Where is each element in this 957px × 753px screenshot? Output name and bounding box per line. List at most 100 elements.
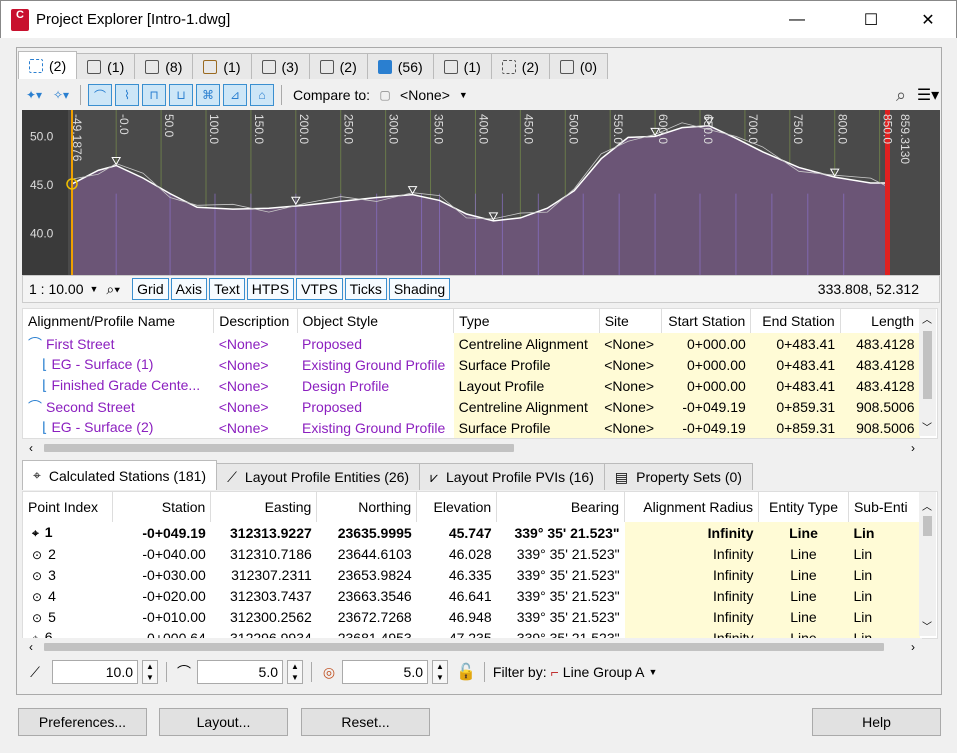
close-button[interactable]: ✕ — [905, 1, 951, 39]
axis-toggle[interactable]: Axis — [170, 278, 208, 300]
filter-dropdown[interactable]: Line Group A — [563, 664, 645, 680]
column-header[interactable]: Site — [599, 309, 662, 333]
column-header[interactable]: Object Style — [297, 309, 455, 333]
chevron-down-icon[interactable]: ▼ — [90, 284, 99, 294]
select-alignment-icon[interactable]: ✦▾ — [22, 84, 46, 106]
table-row[interactable]: ⌒ First Street <None> Proposed Centreline Al… — [23, 333, 920, 354]
tab-featurelines[interactable]: (56) — [366, 53, 434, 79]
table-row[interactable]: ⌊ Finished Grade Cente... <None> Design Pro… — [23, 375, 920, 396]
table-row[interactable]: ⌖ 1 -0+049.19 312313.9227 23635.9995 45.747 33… — [23, 522, 920, 543]
vertical-scrollbar[interactable]: ︿ ﹀ — [919, 492, 936, 636]
new-object-icon[interactable]: ✧▾ — [49, 84, 73, 106]
tab-profile-views[interactable]: (2) — [490, 53, 550, 79]
scroll-down-icon[interactable]: ﹀ — [922, 618, 932, 633]
minimize-button[interactable]: — — [774, 1, 820, 39]
tab-surfaces[interactable]: (2) — [308, 53, 368, 79]
column-header[interactable]: Length — [840, 309, 921, 333]
ticks-toggle[interactable]: Ticks — [344, 278, 387, 300]
chevron-down-icon[interactable]: ▼ — [459, 90, 468, 100]
reset-button[interactable]: Reset... — [301, 708, 430, 736]
profile-view-toggle-4-icon[interactable]: ⊔ — [169, 84, 193, 106]
shading-toggle[interactable]: Shading — [388, 278, 451, 300]
tab-calculated-stations[interactable]: ⌖ Calculated Stations (181) — [22, 460, 218, 490]
column-header[interactable]: Sub-Enti — [848, 492, 921, 522]
grid-toggle[interactable]: Grid — [132, 278, 169, 300]
table-row[interactable]: ⊙ 3 -0+030.00 312307.2311 23653.9824 46.335 33… — [23, 564, 920, 585]
scroll-up-icon[interactable]: ︿ — [922, 498, 932, 513]
vertical-scrollbar[interactable]: ︿ ﹀ — [919, 309, 936, 436]
scroll-down-icon[interactable]: ﹀ — [922, 419, 932, 434]
scroll-left-icon[interactable]: ‹ — [22, 640, 40, 654]
column-header[interactable]: Entity Type — [758, 492, 849, 522]
chevron-down-icon[interactable]: ▼ — [649, 667, 658, 677]
column-header[interactable]: Bearing — [496, 492, 626, 522]
column-header[interactable]: Alignment Radius — [624, 492, 760, 522]
scroll-left-icon[interactable]: ‹ — [22, 441, 40, 455]
spin-up-icon[interactable]: ▲ — [436, 662, 444, 671]
profile-view-toggle-1-icon[interactable]: ⌒ — [88, 84, 112, 106]
vtps-toggle[interactable]: VTPS — [296, 278, 343, 300]
table-row[interactable]: ⌒ Second Street <None> Proposed Centreline A… — [23, 396, 920, 417]
table-row[interactable]: ⌊ EG - Surface (1) <None> Existing Ground P… — [23, 354, 920, 375]
tab-reports[interactable]: (0) — [548, 53, 609, 79]
zoom-search-icon[interactable]: ⌕ — [889, 84, 913, 106]
tab-layout-profile-entities[interactable]: ⟋ Layout Profile Entities (26) — [216, 463, 421, 490]
tab-pipe-networks[interactable]: (1) — [432, 53, 492, 79]
profile-view-toggle-3-icon[interactable]: ⊓ — [142, 84, 166, 106]
spin-up-icon[interactable]: ▲ — [291, 662, 299, 671]
profile-preview-plot[interactable]: 50.0 45.0 40.0 -49.1876 -0.0 50.0 100.0 150.0 20… — [22, 110, 940, 275]
column-header[interactable]: Northing — [316, 492, 418, 522]
profile-view-toggle-6-icon[interactable]: ⊿ — [223, 84, 247, 106]
maximize-button[interactable]: ☐ — [848, 1, 894, 39]
scroll-thumb[interactable] — [44, 642, 884, 651]
curve-increment-stepper[interactable]: ▲ ▼ — [287, 660, 303, 684]
profile-view-toggle-7-icon[interactable]: ⌂ — [250, 84, 274, 106]
column-header[interactable]: End Station — [750, 309, 841, 333]
scale-dropdown[interactable]: 1 : 10.00 — [29, 281, 84, 297]
line-increment-stepper[interactable]: ▲ ▼ — [142, 660, 158, 684]
tab-sites[interactable]: (1) — [76, 53, 136, 79]
column-header[interactable]: Start Station — [661, 309, 752, 333]
tab-corridors[interactable]: (1) — [192, 53, 252, 79]
unlock-icon[interactable]: 🔓 — [456, 662, 476, 682]
spin-down-icon[interactable]: ▼ — [436, 673, 444, 682]
scroll-thumb[interactable] — [44, 443, 514, 452]
column-header[interactable]: Point Index — [23, 492, 114, 522]
column-header[interactable]: Station — [112, 492, 212, 522]
help-button[interactable]: Help — [812, 708, 941, 736]
tab-property-sets[interactable]: ▤ Property Sets (0) — [603, 463, 753, 490]
horizontal-scrollbar[interactable]: ‹ › — [22, 439, 922, 456]
column-header[interactable]: Easting — [210, 492, 318, 522]
table-row[interactable]: ⊙ 5 -0+010.00 312300.2562 23672.7268 46.948 33… — [23, 606, 920, 627]
layout-menu-icon[interactable]: ☰▾ — [916, 84, 940, 106]
scroll-thumb[interactable] — [923, 331, 932, 399]
scroll-up-icon[interactable]: ︿ — [922, 311, 932, 326]
tab-assemblies[interactable]: (3) — [250, 53, 310, 79]
spin-up-icon[interactable]: ▲ — [146, 662, 154, 671]
htps-toggle[interactable]: HTPS — [246, 278, 295, 300]
profile-view-toggle-2-icon[interactable]: ⌇ — [115, 84, 139, 106]
spiral-increment-stepper[interactable]: ▲ ▼ — [432, 660, 448, 684]
table-row[interactable]: ⊙ 2 -0+040.00 312310.7186 23644.6103 46.028 33… — [23, 543, 920, 564]
column-header[interactable]: Elevation — [416, 492, 498, 522]
spin-down-icon[interactable]: ▼ — [291, 673, 299, 682]
column-header[interactable]: Alignment/Profile Name — [23, 309, 215, 333]
curve-increment-input[interactable]: 5.0 — [197, 660, 283, 684]
profile-view-toggle-5-icon[interactable]: ⌘ — [196, 84, 220, 106]
column-header[interactable]: Description — [213, 309, 298, 333]
scroll-right-icon[interactable]: › — [904, 441, 922, 455]
zoom-icon[interactable]: ⌕▾ — [106, 281, 120, 298]
table-row[interactable]: ⊙ 4 -0+020.00 312303.7437 23663.3546 46.641 33… — [23, 585, 920, 606]
tab-layout-profile-pvis[interactable]: ⩗ Layout Profile PVIs (16) — [419, 463, 605, 490]
line-increment-input[interactable]: 10.0 — [52, 660, 138, 684]
spiral-increment-input[interactable]: 5.0 — [342, 660, 428, 684]
compare-dropdown[interactable]: <None> — [400, 87, 450, 103]
scroll-thumb[interactable] — [923, 516, 932, 536]
horizontal-scrollbar[interactable]: ‹ › — [22, 638, 922, 655]
column-header[interactable]: Type — [453, 309, 600, 333]
scroll-right-icon[interactable]: › — [904, 640, 922, 654]
layout-button[interactable]: Layout... — [159, 708, 288, 736]
tab-sample-lines[interactable]: (8) — [134, 53, 194, 79]
table-row[interactable]: ⌊ EG - Surface (2) <None> Existing Ground P… — [23, 417, 920, 438]
tab-alignments[interactable]: (2) — [18, 51, 78, 79]
